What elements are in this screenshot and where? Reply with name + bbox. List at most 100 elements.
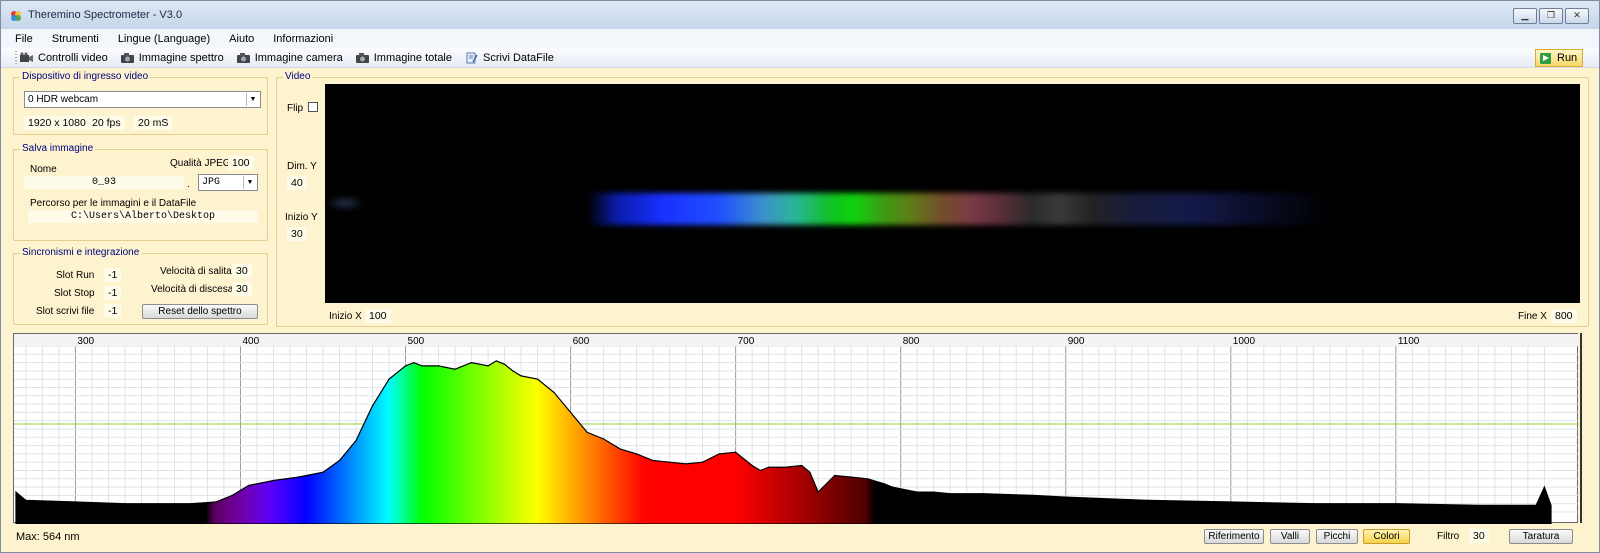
video-device-value: 0 HDR webcam — [28, 94, 99, 105]
write-datafile-button[interactable]: Scrivi DataFile — [464, 52, 554, 64]
total-image-label: Immagine totale — [373, 51, 452, 64]
colors-label: Colori — [1373, 531, 1400, 542]
spectrum-point — [355, 440, 357, 442]
spectrum-point — [1550, 504, 1552, 506]
spectrum-point — [1395, 503, 1397, 505]
reference-button[interactable]: Riferimento — [1204, 529, 1264, 544]
menu-tools[interactable]: Strumenti — [52, 33, 99, 45]
x-tick-label: 800 — [903, 336, 920, 347]
spectrum-point — [404, 365, 407, 367]
start-x-field[interactable]: 100 — [365, 309, 391, 323]
slot-write-field[interactable]: -1 — [104, 304, 122, 318]
toolbar-grip — [15, 50, 17, 65]
video-group-title: Video — [283, 71, 313, 82]
spectrum-point — [933, 491, 935, 493]
x-tick-label: 400 — [242, 336, 259, 347]
title-bar[interactable]: Theremino Spectrometer - V3.0 ▁ ❐ ✕ — [1, 1, 1599, 29]
spectrum-image-label: Immagine spettro — [138, 51, 224, 64]
graph-scrollbar[interactable] — [1580, 333, 1588, 523]
spectrum-point — [190, 503, 192, 505]
peaks-button[interactable]: Picchi — [1316, 529, 1358, 544]
flip-label: Flip — [287, 103, 304, 114]
start-y-field[interactable]: 30 — [287, 227, 307, 241]
spectrum-point — [231, 494, 233, 496]
exposure-value: 20 mS — [134, 116, 173, 130]
video-input-group: Dispositivo di ingresso video 0 HDR webc… — [13, 71, 268, 135]
spectrum-point — [454, 368, 456, 370]
menu-info[interactable]: Informazioni — [273, 33, 333, 45]
video-device-select[interactable]: 0 HDR webcam ▼ — [24, 91, 261, 108]
slot-run-label: Slot Run — [56, 270, 95, 281]
image-format-select[interactable]: JPG ▼ — [198, 174, 258, 191]
spectrum-point — [570, 411, 572, 413]
filter-label: Filtro — [1437, 531, 1460, 542]
menu-help[interactable]: Aiuto — [229, 33, 254, 45]
spectrum-point — [512, 370, 514, 372]
slot-stop-field[interactable]: -1 — [104, 286, 122, 300]
chevron-down-icon: ▼ — [246, 93, 259, 106]
spectrum-point — [776, 466, 778, 468]
menu-file[interactable]: File — [15, 33, 33, 45]
valleys-button[interactable]: Valli — [1270, 529, 1310, 544]
run-button[interactable]: Run — [1535, 49, 1583, 67]
spectrum-point — [603, 438, 605, 440]
restore-button[interactable]: ❐ — [1539, 8, 1563, 24]
app-logo-icon — [11, 11, 21, 21]
spectrum-point — [15, 491, 17, 493]
x-tick-label: 700 — [738, 336, 755, 347]
spectrum-point — [272, 479, 275, 482]
spectrum-image-button[interactable]: Immagine spettro — [120, 52, 224, 64]
save-image-group-title: Salva immagine — [20, 143, 96, 154]
spectrum-point — [25, 499, 27, 501]
camera-image-button[interactable]: Immagine camera — [236, 52, 343, 64]
spectrum-point — [784, 466, 786, 468]
minimize-button[interactable]: ▁ — [1513, 8, 1537, 24]
file-extension-dot: . — [187, 179, 190, 190]
path-field[interactable]: C:\Users\Alberto\Desktop — [28, 210, 258, 223]
end-x-field[interactable]: 800 — [1551, 309, 1577, 323]
close-button[interactable]: ✕ — [1565, 8, 1589, 24]
spectrum-point — [1230, 501, 1232, 503]
spectrum-point — [487, 365, 489, 367]
spectrum-graph[interactable]: 300 400 500 600 700 800 900 1000 1100 — [13, 333, 1579, 524]
spectrum-point — [949, 493, 951, 495]
fall-speed-field[interactable]: 30 — [232, 282, 252, 296]
end-x-label: Fine X — [1518, 311, 1547, 322]
run-label: Run — [1557, 52, 1578, 64]
slot-run-field[interactable]: -1 — [104, 268, 122, 282]
colors-button[interactable]: Colori — [1363, 529, 1410, 544]
spectrum-point — [900, 488, 902, 490]
x-tick-label: 1100 — [1398, 336, 1420, 347]
dim-y-field[interactable]: 40 — [287, 176, 307, 190]
spectrum-point — [636, 453, 638, 455]
spectrum-point — [495, 360, 497, 362]
write-datafile-label: Scrivi DataFile — [483, 51, 554, 64]
spectrum-point — [891, 486, 894, 488]
minimize-icon: ▁ — [1521, 11, 1529, 21]
rise-speed-label: Velocità di salita — [160, 266, 232, 277]
camera-image-label: Immagine camera — [254, 51, 343, 64]
spectrum-point — [834, 474, 836, 477]
calibrate-button[interactable]: Taratura — [1509, 529, 1573, 544]
rise-speed-field[interactable]: 30 — [232, 264, 252, 278]
x-tick-label: 600 — [573, 336, 590, 347]
video-camera-icon — [20, 52, 33, 62]
spectrum-chart-svg: 300 400 500 600 700 800 900 1000 1100 — [14, 334, 1579, 524]
spectrum-point — [421, 365, 423, 367]
menu-language[interactable]: Lingue (Language) — [118, 33, 210, 45]
spectrum-point — [1032, 494, 1034, 496]
file-name-field[interactable]: 0_93 — [24, 176, 184, 189]
reset-spectrum-button[interactable]: Reset dello spettro — [142, 304, 258, 319]
filter-field[interactable]: 30 — [1469, 529, 1489, 543]
spectrum-point — [883, 483, 885, 485]
restore-icon: ❐ — [1546, 11, 1556, 21]
spectrum-point — [322, 471, 324, 473]
video-controls-label: Controlli video — [38, 51, 108, 64]
total-image-button[interactable]: Immagine totale — [355, 52, 452, 64]
flip-checkbox[interactable] — [308, 102, 318, 112]
video-controls-button[interactable]: Controlli video — [19, 52, 108, 64]
toolbar: Controlli video Immagine spettro Immagin… — [1, 48, 1599, 68]
jpeg-quality-field[interactable]: 100 — [228, 156, 254, 170]
video-preview[interactable] — [325, 84, 1580, 303]
spectrum-point — [652, 459, 654, 462]
